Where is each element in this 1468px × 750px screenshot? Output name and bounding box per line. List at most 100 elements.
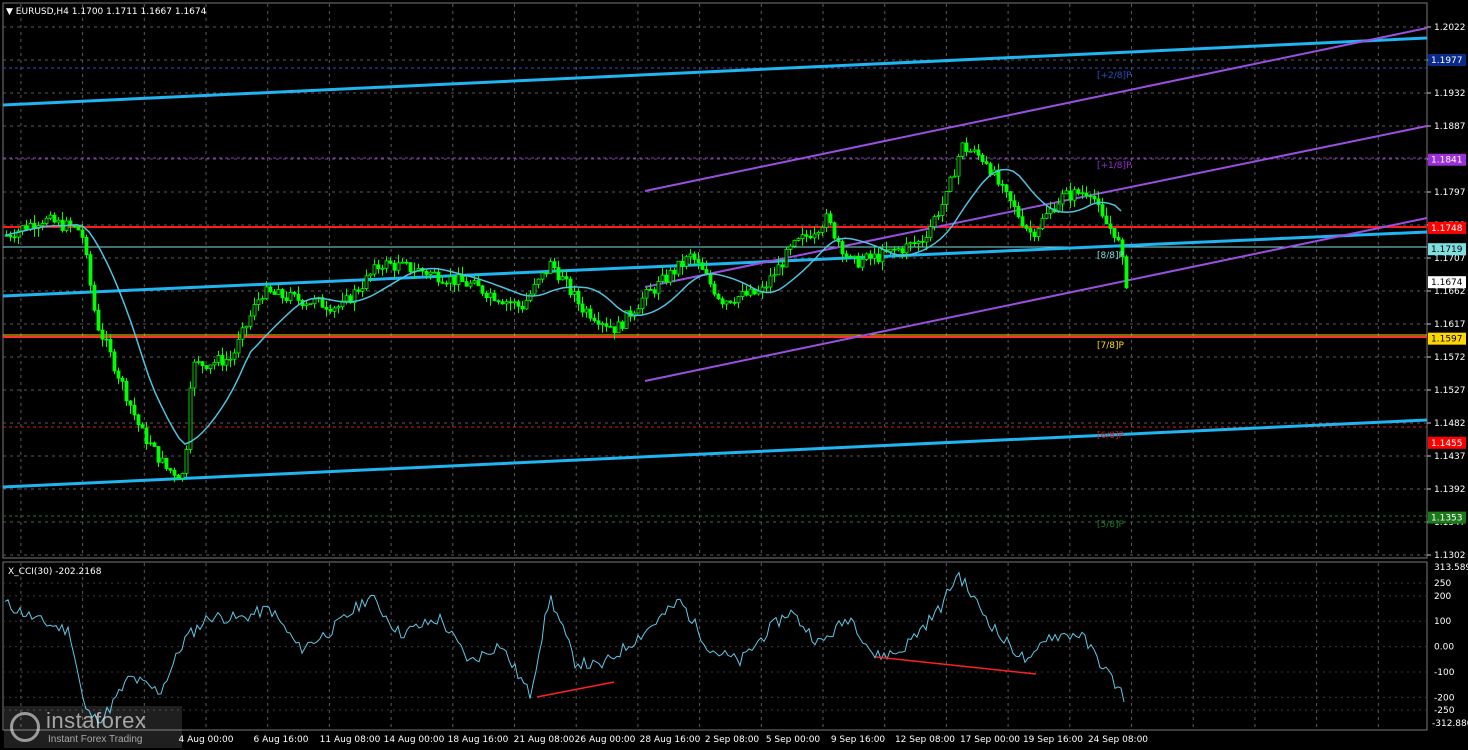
candle-body (196, 361, 201, 364)
time-axis[interactable]: 4 Aug 00:00 6 Aug 16:00 11 Aug 08:00 14 Aug… (179, 735, 1149, 745)
candle-body (952, 175, 957, 178)
candle-body (72, 225, 77, 228)
candle-body (220, 355, 225, 366)
candle-body (824, 213, 829, 228)
candle-body (304, 303, 309, 306)
candle-body (272, 291, 277, 295)
price-tick: 1.1932 (1434, 89, 1466, 99)
cci-tick: -250 (1434, 706, 1455, 716)
candle-body (492, 292, 497, 302)
candle-body (152, 442, 157, 447)
price-tick: 1.1392 (1434, 485, 1466, 495)
price-axis[interactable]: 1.20221.19771.19321.18871.18421.17971.17… (1427, 23, 1466, 561)
candle-body (460, 274, 465, 282)
candle-body (828, 213, 833, 224)
candle-body (464, 281, 469, 287)
cci-tick: 0.00 (1434, 643, 1454, 653)
candle-body (936, 215, 941, 218)
candle-body (356, 289, 361, 292)
candle-body (428, 271, 433, 275)
candle-body (712, 283, 717, 295)
candle-body (1008, 191, 1013, 202)
candle-body (284, 297, 289, 301)
candle-body (504, 301, 509, 305)
candle-body (168, 468, 173, 471)
candle-body (596, 320, 601, 325)
price-badge-label: 1.1353 (1431, 514, 1463, 524)
trading-chart[interactable]: ▼ EURUSD,H4 1.1700 1.1711 1.1667 1.1674 … (0, 0, 1468, 750)
price-tick: 1.1482 (1434, 419, 1466, 429)
candle-body (288, 292, 293, 301)
candle-body (128, 400, 133, 406)
time-tick: 26 Aug 00:00 (575, 735, 636, 745)
candle-body (608, 325, 613, 328)
candle-body (676, 260, 681, 275)
label-8-8: [8/8]P (1097, 251, 1125, 261)
candle-body (696, 258, 701, 264)
candle-body (740, 291, 745, 297)
time-tick: 17 Sep 00:00 (960, 735, 1020, 745)
candle-body (820, 227, 825, 233)
cci-title: X_CCI(30) -202.2168 (8, 567, 102, 577)
cci-tick: 100 (1434, 617, 1451, 627)
candle-body (760, 286, 765, 292)
candle-body (748, 288, 753, 296)
candle-body (700, 262, 705, 270)
candle-body (204, 365, 209, 369)
candle-body (592, 317, 597, 322)
candle-body (520, 305, 525, 310)
candle-body (1048, 208, 1053, 214)
candle-body (252, 304, 257, 317)
candle-body (636, 308, 641, 314)
candle-body (552, 261, 557, 268)
candle-body (988, 163, 993, 175)
cci-max: 313.5897 (1434, 563, 1468, 573)
candle-body (1112, 228, 1117, 238)
candle-body (232, 352, 237, 360)
candle-body (796, 238, 801, 241)
price-badge-label: 1.1977 (1431, 56, 1463, 66)
candle-body (672, 269, 677, 275)
candle-body (124, 380, 129, 402)
price-tick: 1.1527 (1434, 386, 1466, 396)
candle-body (916, 240, 921, 245)
candle-body (396, 262, 401, 271)
candle-body (372, 264, 377, 275)
candle-body (724, 300, 729, 305)
candle-body (980, 154, 985, 163)
candle-body (604, 323, 609, 327)
candle-body (920, 240, 925, 243)
time-tick: 28 Aug 16:00 (640, 735, 701, 745)
candle-body (432, 271, 437, 274)
time-tick: 11 Aug 08:00 (320, 735, 381, 745)
candle-body (584, 308, 589, 313)
candle-body (716, 293, 721, 300)
candle-body (904, 243, 909, 254)
candle-body (652, 289, 657, 294)
candle-body (1064, 190, 1069, 195)
candle-body (480, 285, 485, 294)
candle-body (864, 253, 869, 260)
candle-body (268, 286, 273, 293)
candle-body (136, 414, 141, 426)
candle-body (312, 298, 317, 305)
cci-panel[interactable] (2, 561, 1428, 731)
candle-body (668, 269, 673, 283)
candle-body (1096, 198, 1101, 205)
candle-body (1092, 196, 1097, 200)
candle-body (144, 427, 149, 445)
candle-body (1020, 216, 1025, 227)
candle-body (876, 253, 881, 263)
candle-body (1032, 231, 1037, 238)
price-panel[interactable] (2, 2, 1428, 559)
candle-body (400, 261, 405, 264)
candle-body (132, 404, 137, 416)
candle-body (948, 176, 953, 192)
candle-body (600, 323, 605, 326)
candle-body (1076, 189, 1081, 194)
candle-body (932, 216, 937, 227)
candle-body (780, 264, 785, 268)
candle-body (804, 234, 809, 237)
candle-body (944, 191, 949, 205)
candle-body (560, 276, 565, 281)
